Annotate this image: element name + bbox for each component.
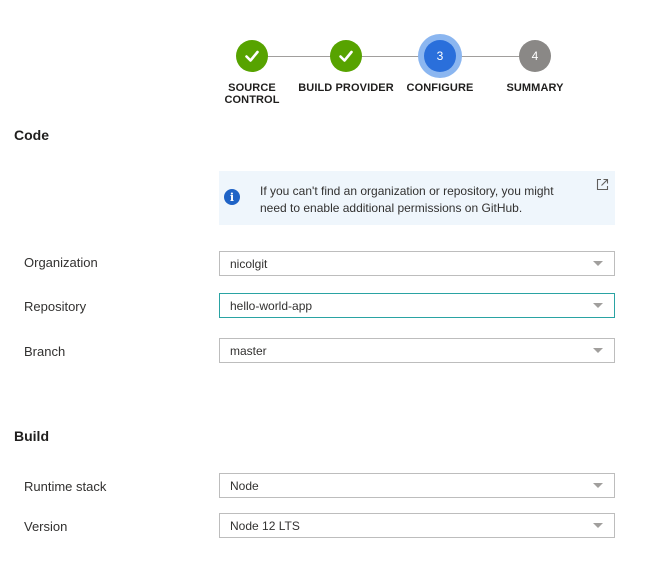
- info-icon: i: [224, 189, 240, 205]
- version-label: Version: [24, 519, 68, 534]
- chevron-down-icon: [593, 303, 603, 308]
- step-label: Source control: [224, 82, 280, 106]
- info-message: If you can't find an organization or rep…: [260, 184, 554, 215]
- repository-dropdown[interactable]: hello-world-app: [219, 293, 615, 318]
- organization-dropdown[interactable]: nicolgit: [219, 251, 615, 276]
- info-banner: i If you can't find an organization or r…: [219, 171, 615, 225]
- chevron-down-icon: [593, 348, 603, 353]
- version-value: Node 12 LTS: [230, 519, 300, 533]
- chevron-down-icon: [593, 261, 603, 266]
- runtime-stack-value: Node: [230, 479, 259, 493]
- step-number: 4: [519, 40, 551, 72]
- section-title-build: Build: [14, 428, 49, 444]
- wizard-stepper: Source control Build provider 3 Configur…: [0, 34, 669, 114]
- open-in-new-window-icon[interactable]: [596, 178, 609, 191]
- checkmark-icon: [330, 40, 362, 72]
- chevron-down-icon: [593, 483, 603, 488]
- repository-value: hello-world-app: [230, 299, 313, 313]
- organization-label: Organization: [24, 255, 98, 270]
- step-summary[interactable]: 4 Summary: [475, 40, 595, 94]
- branch-value: master: [230, 344, 267, 358]
- checkmark-icon: [236, 40, 268, 72]
- step-label: Summary: [506, 82, 564, 94]
- chevron-down-icon: [593, 523, 603, 528]
- branch-label: Branch: [24, 344, 66, 359]
- repository-label: Repository: [24, 299, 87, 314]
- branch-dropdown[interactable]: master: [219, 338, 615, 363]
- runtime-stack-label: Runtime stack: [24, 479, 107, 494]
- version-dropdown[interactable]: Node 12 LTS: [219, 513, 615, 538]
- runtime-stack-dropdown[interactable]: Node: [219, 473, 615, 498]
- organization-value: nicolgit: [230, 257, 268, 271]
- step-number: 3: [424, 40, 456, 72]
- section-title-code: Code: [14, 127, 49, 143]
